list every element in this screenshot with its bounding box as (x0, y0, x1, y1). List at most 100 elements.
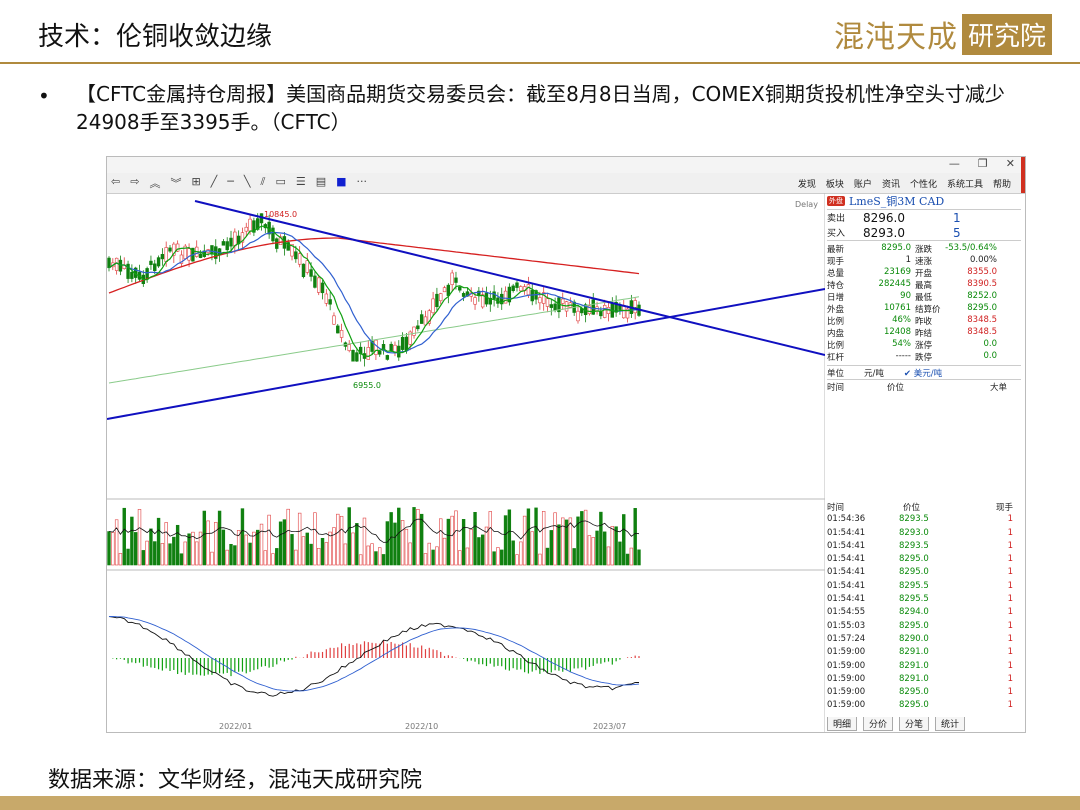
candle-body (454, 277, 458, 283)
fill-rect-icon[interactable]: ■ (336, 175, 346, 191)
chart-svg: Delay 10845.0 6955.0 2022/01 2022/10 202… (107, 193, 825, 732)
volume-bar (595, 530, 599, 566)
volume-bar (416, 509, 420, 566)
volume-bar (183, 541, 187, 566)
menu-sector[interactable]: 板块 (826, 177, 844, 190)
close-icon[interactable]: ✕ (1006, 157, 1015, 170)
candlestick-chart[interactable]: Delay 10845.0 6955.0 2022/01 2022/10 202… (107, 193, 825, 732)
quote-stat-label: 杠杆 (827, 353, 845, 363)
tab-price-dist[interactable]: 分价 (863, 717, 894, 731)
menu-system-tools[interactable]: 系统工具 (947, 177, 983, 190)
candle-body (549, 304, 554, 308)
menu-help[interactable]: 帮助 (993, 177, 1011, 190)
volume-bar (374, 551, 378, 566)
candle-body (633, 300, 637, 314)
ask-row[interactable]: 卖出 8296.0 1 (827, 210, 1021, 225)
candle-body (515, 282, 519, 288)
symbol-name[interactable]: LmeS_铜3M CAD (849, 193, 944, 209)
volume-bar (339, 515, 344, 566)
volume-bar (259, 523, 264, 566)
menu-account[interactable]: 账户 (854, 177, 872, 190)
volume-bar (378, 547, 382, 566)
tick-qty: 1 (1007, 673, 1013, 684)
rect-icon[interactable]: ▭ (275, 175, 285, 191)
volume-bar (355, 523, 359, 566)
quote-stat-label: 昨收 (915, 317, 933, 327)
tab-stats[interactable]: 统计 (935, 717, 966, 731)
volume-bar (202, 510, 207, 566)
chevron-up-icon[interactable]: ︽ (149, 175, 160, 191)
candle-body (602, 305, 607, 318)
ask-qty: 1 (953, 210, 961, 225)
tab-detail[interactable]: 明细 (827, 717, 858, 731)
hline-icon[interactable]: ─ (227, 175, 234, 191)
delay-label: Delay (795, 200, 818, 209)
unit-option-usd[interactable]: ✔ 美元/吨 (904, 367, 942, 379)
tick-price: 8295.0 (899, 567, 929, 578)
tab-trades[interactable]: 分笔 (899, 717, 930, 731)
volume-bar (160, 543, 165, 566)
menu-news[interactable]: 资讯 (882, 177, 900, 190)
volume-bar (530, 531, 534, 566)
candle-body (492, 291, 496, 299)
chevron-down-icon[interactable]: ︾ (170, 175, 181, 191)
volume-bar (320, 537, 325, 566)
candle-body (328, 299, 332, 305)
menu-discover[interactable]: 发现 (798, 177, 816, 190)
menu-personalize[interactable]: 个性化 (910, 177, 937, 190)
slash-icon[interactable]: ╱ (211, 175, 218, 191)
arrow-right-icon[interactable]: ⇨ (130, 175, 139, 191)
quote-stat-value: 8295.0 (881, 243, 911, 253)
tick-time: 01:54:41 (827, 580, 866, 591)
volume-bar (602, 531, 607, 566)
x-label-3: 2023/07 (593, 722, 626, 731)
candle-body (275, 238, 279, 249)
tick-header: 时间 (827, 503, 845, 513)
diag-line-icon[interactable]: ╲ (244, 175, 251, 191)
maximize-icon[interactable]: ❐ (978, 157, 988, 170)
volume-bar (175, 524, 180, 566)
volume-bar (473, 511, 477, 566)
quote-stat-label: 比例 (827, 317, 845, 327)
candle-body (114, 257, 119, 271)
parallel-icon[interactable]: ⫽ (261, 175, 266, 191)
tick-time: 01:55:03 (827, 620, 866, 631)
minimize-icon[interactable]: — (949, 157, 960, 170)
volume-bar (553, 512, 557, 566)
candle-body (461, 293, 466, 297)
more-icon[interactable]: ··· (357, 175, 368, 191)
bid-row[interactable]: 买入 8293.0 5 (827, 225, 1021, 240)
quote-stat-value: ----- (895, 351, 911, 361)
quote-stat-value: 8390.5 (967, 279, 997, 289)
candle-body (439, 293, 443, 302)
volume-bar (122, 507, 126, 566)
x-label-2: 2022/10 (405, 722, 438, 731)
tick-qty: 1 (1007, 620, 1013, 631)
volume-bar (137, 509, 142, 566)
volume-bar (179, 553, 184, 566)
tick-price: 8293.5 (899, 540, 929, 551)
quote-stat-value: 90 (900, 291, 911, 301)
quote-stat-label: 最新 (827, 245, 845, 255)
volume-bar (503, 515, 508, 566)
unit-value[interactable]: 元/吨 (864, 367, 884, 379)
fib-icon[interactable]: ☰ (296, 175, 306, 191)
quote-stat-value: 12408 (883, 327, 911, 337)
volume-bar (248, 542, 252, 566)
grid-icon[interactable]: ⊞ (191, 175, 200, 191)
quote-stat-label: 涨停 (915, 341, 933, 351)
candle-body (309, 269, 313, 277)
quote-stats-grid: 最新 8295.0 涨跌 -53.5/0.64% 现手 1 速涨 0.00% 总量 23169 开盘… (827, 241, 1021, 366)
volume-bar (408, 542, 412, 566)
tick-time: 01:57:24 (827, 633, 866, 644)
volume-bar (111, 532, 115, 566)
quote-stat-value: 8252.0 (967, 291, 997, 301)
tick-time: 01:59:00 (827, 700, 866, 711)
macd-histogram-group (112, 640, 640, 677)
volume-bar (599, 511, 603, 566)
channel-icon[interactable]: ▤ (316, 175, 326, 191)
volume-bar (557, 524, 561, 566)
candle-body (553, 303, 557, 311)
arrow-left-icon[interactable]: ⇦ (111, 175, 120, 191)
quote-stat-value: 8348.5 (967, 327, 997, 337)
